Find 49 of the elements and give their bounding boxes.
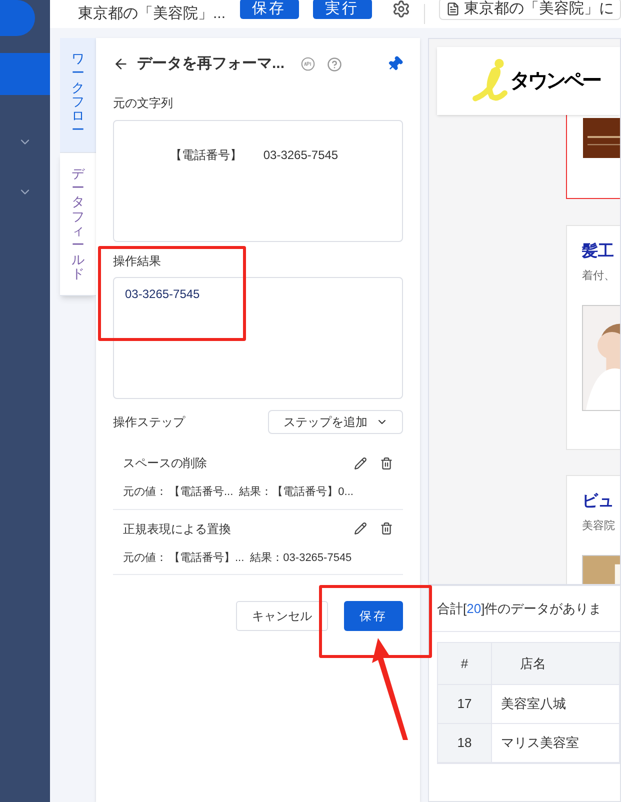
result-summary: 合計[20]件のデータがありま <box>437 600 602 618</box>
edit-icon[interactable] <box>354 522 367 535</box>
step-detail-value: 【電話番号... <box>169 484 234 500</box>
listing-title[interactable]: 髪工 <box>582 240 620 264</box>
column-header: # <box>438 643 492 684</box>
logo-icon <box>471 58 509 104</box>
steps-label: 操作ステップ <box>113 414 185 431</box>
save-button[interactable]: 保存 <box>344 601 403 631</box>
table-cell-text: 美容室八城 <box>500 695 567 714</box>
workflow-title: 東京都の「美容院」... <box>78 4 226 24</box>
listing-subtitle: 美容院 <box>582 518 616 534</box>
step-name: 正規表現による置換 <box>123 520 231 538</box>
save-button[interactable]: 保存 <box>240 0 299 19</box>
edit-icon[interactable] <box>354 456 367 470</box>
listing-subtitle: 着付、 <box>582 268 616 284</box>
step-detail-label: 元の値： <box>123 550 167 566</box>
panel-title: データを再フォーマ... <box>137 54 286 74</box>
table-cell: 18 <box>438 724 492 762</box>
source-text-box[interactable]: 【電話番号】 03-3265-7545 <box>113 120 403 242</box>
back-icon[interactable] <box>113 56 129 72</box>
delete-icon[interactable] <box>380 456 393 470</box>
table-cell: 17 <box>438 685 492 723</box>
run-button[interactable]: 実行 <box>312 0 372 19</box>
step-detail-value: 【電話番号】0... <box>272 484 354 500</box>
help-icon[interactable] <box>327 56 342 72</box>
page-tab[interactable]: 東京都の「美容院」に <box>438 0 621 20</box>
side-tab[interactable]: ワークフロー <box>60 38 96 153</box>
page-tab-title: 東京都の「美容院」に <box>464 0 614 19</box>
column-header: 店名 <box>519 654 547 673</box>
side-tab[interactable]: データフィールド <box>60 152 96 296</box>
delete-icon[interactable] <box>380 522 393 535</box>
document-icon <box>446 2 460 16</box>
cancel-button[interactable]: キャンセル <box>236 601 328 631</box>
listing-title[interactable]: ビュ <box>582 490 620 514</box>
logo-text: タウンペー <box>510 69 600 94</box>
step-detail-value: 【電話番号】... <box>169 550 244 566</box>
add-step-button[interactable]: ステップを追加 <box>268 410 403 434</box>
api-icon[interactable] <box>301 57 315 71</box>
result-text-box[interactable]: 03-3265-7545 <box>113 277 403 399</box>
step-detail-label: 結果： <box>239 485 272 500</box>
field-label: 操作結果 <box>113 253 162 270</box>
step-name: スペースの削除 <box>123 455 207 472</box>
step-detail-label: 元の値： <box>123 485 167 500</box>
logo-block <box>0 0 35 36</box>
table-cell-text: マリス美容室 <box>500 734 580 752</box>
settings-icon[interactable] <box>392 0 410 19</box>
field-label: 元の文字列 <box>113 95 174 112</box>
step-detail-label: 結果： <box>250 550 284 566</box>
step-detail-value: 03-3265-7545 <box>283 550 352 566</box>
